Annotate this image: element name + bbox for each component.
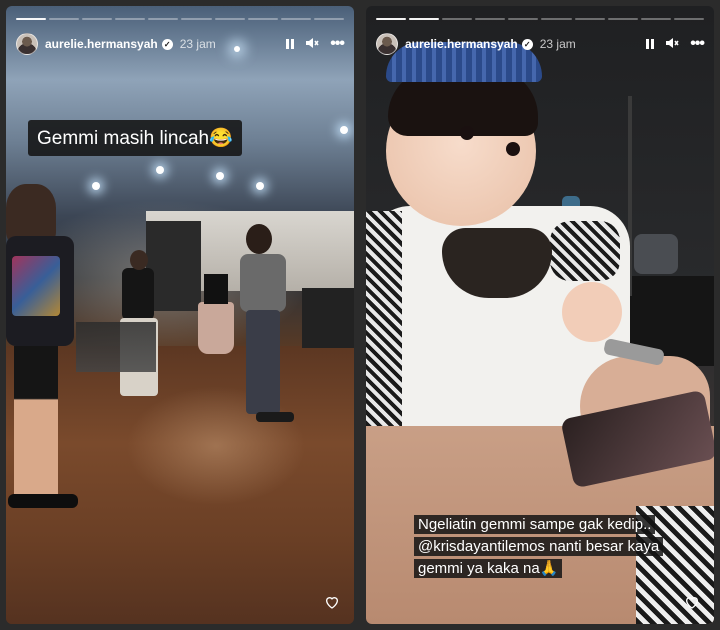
singer-shoes [256, 412, 294, 422]
username[interactable]: aurelie.hermansyah [405, 37, 518, 51]
verified-badge-icon: ✓ [161, 38, 173, 50]
clothing-pattern-right [550, 221, 620, 281]
story-panel-left[interactable]: aurelie.hermansyah ✓ 23 jam ••• Gemmi ma… [6, 6, 354, 624]
baby-eye [460, 126, 474, 140]
story-caption: Ngeliatin gemmi sampe gak kedip.. @krisd… [414, 514, 672, 580]
singer-head [246, 224, 272, 254]
progress-segment [541, 18, 572, 20]
avatar[interactable] [376, 33, 398, 55]
music-stands [76, 322, 156, 372]
progress-segment [475, 18, 506, 20]
drum-kit [634, 234, 678, 274]
username[interactable]: aurelie.hermansyah [45, 37, 158, 51]
singer-jacket [240, 254, 286, 312]
dancer-legs [14, 346, 58, 496]
story-panel-right[interactable]: aurelie.hermansyah ✓ 23 jam ••• Ngeliati… [366, 6, 714, 624]
progress-bar [376, 18, 704, 20]
heart-icon[interactable] [324, 594, 340, 610]
progress-segment [442, 18, 473, 20]
woman-skirt [198, 302, 234, 354]
stage-equipment [302, 288, 354, 348]
baby-hand [562, 282, 622, 342]
baby-eye [506, 142, 520, 156]
dark-doorway [146, 221, 201, 311]
progress-segment [280, 18, 311, 20]
shirt-print [12, 256, 60, 316]
clothing-pattern-left [366, 211, 402, 426]
woman-top [204, 274, 228, 304]
more-options-icon[interactable]: ••• [690, 36, 705, 52]
progress-segment [673, 18, 704, 20]
progress-segment [115, 18, 146, 20]
progress-segment [247, 18, 278, 20]
ceiling-light [340, 126, 348, 134]
more-options-icon[interactable]: ••• [330, 36, 345, 52]
post-time: 23 jam [179, 37, 216, 51]
verified-badge-icon: ✓ [521, 38, 533, 50]
pause-icon[interactable] [286, 39, 295, 49]
dancer-shoes [8, 494, 78, 508]
progress-segment [16, 18, 47, 20]
progress-segment [607, 18, 638, 20]
progress-segment [82, 18, 113, 20]
story-caption: Gemmi masih lincah😂 [28, 120, 242, 156]
progress-segment [640, 18, 671, 20]
person-black-shirt [122, 268, 154, 320]
dancer-hair [6, 184, 56, 244]
post-time: 23 jam [539, 37, 576, 51]
pause-icon[interactable] [646, 39, 655, 49]
story-caption-text: Ngeliatin gemmi sampe gak kedip.. @krisd… [414, 515, 664, 578]
progress-segment [409, 18, 440, 20]
progress-segment [376, 18, 407, 20]
ceiling-light [216, 172, 224, 180]
person-head [130, 250, 148, 270]
ceiling-light [156, 166, 164, 174]
heart-icon[interactable] [684, 594, 700, 610]
muted-speaker-icon[interactable] [305, 37, 319, 52]
story-header: aurelie.hermansyah ✓ 23 jam ••• [16, 30, 345, 58]
progress-segment [148, 18, 179, 20]
progress-segment [313, 18, 344, 20]
progress-segment [214, 18, 245, 20]
avatar[interactable] [16, 33, 38, 55]
progress-segment [49, 18, 80, 20]
story-header: aurelie.hermansyah ✓ 23 jam ••• [376, 30, 705, 58]
ceiling-light [92, 182, 100, 190]
muted-speaker-icon[interactable] [665, 37, 679, 52]
progress-segment [181, 18, 212, 20]
progress-bar [16, 18, 344, 20]
ceiling-light [256, 182, 264, 190]
progress-segment [508, 18, 539, 20]
progress-segment [574, 18, 605, 20]
singer-pants [246, 310, 280, 414]
